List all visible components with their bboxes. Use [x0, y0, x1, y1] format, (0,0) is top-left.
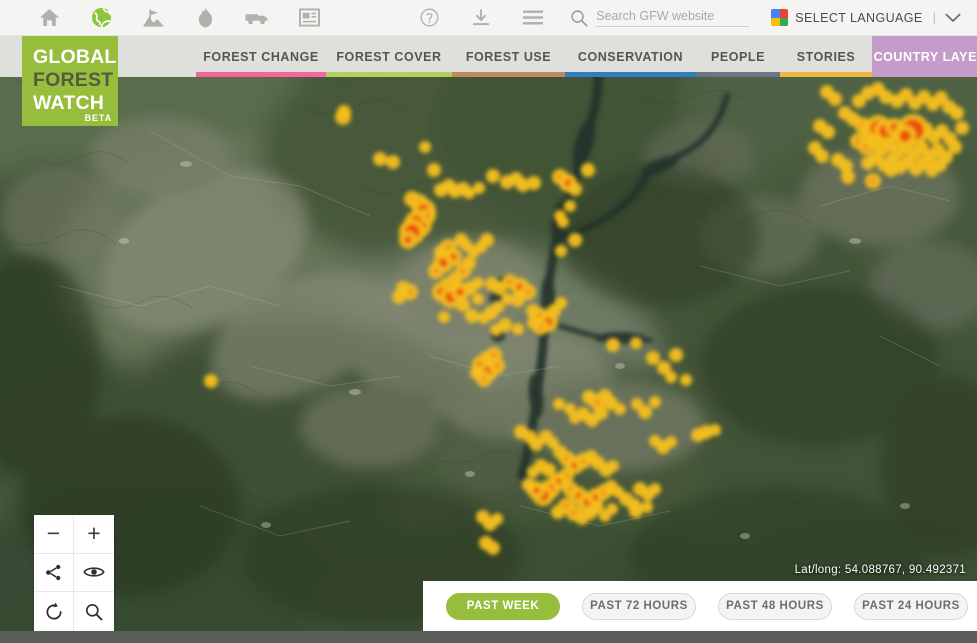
search-input[interactable]: [596, 8, 750, 27]
nav-item-people[interactable]: PEOPLE: [696, 36, 780, 77]
latlong-readout: Lat/long: 54.088767, 90.492371: [794, 564, 966, 576]
help-circle-icon-button[interactable]: [414, 5, 444, 31]
minus-icon: −: [46, 520, 61, 547]
search-location-button[interactable]: [74, 592, 114, 631]
nav-item-label: FOREST COVER: [336, 49, 442, 64]
help-circle-icon: [420, 8, 439, 27]
news-icon: [298, 8, 320, 27]
nav-item-label: STORIES: [796, 49, 856, 64]
home-icon-button[interactable]: [34, 5, 64, 31]
nav-item-label: CONSERVATION: [577, 49, 684, 64]
news-icon-button[interactable]: [294, 5, 324, 31]
search-icon: [571, 9, 588, 27]
nav-item-accent-bar: [696, 72, 780, 77]
globe-icon-button[interactable]: [86, 5, 116, 31]
site-logo[interactable]: GLOBAL FOREST WATCH BETA: [22, 36, 118, 126]
flag-mountain-icon: [142, 8, 164, 27]
nav-item-label: PEOPLE: [710, 49, 765, 64]
fire-timeframe-panel: PAST WEEK PAST 72 HOURS PAST 48 HOURS PA…: [423, 581, 977, 631]
top-utility-right: SELECT LANGUAGE |: [414, 5, 977, 31]
bottom-strip: [0, 631, 977, 643]
search-icon: [86, 603, 103, 621]
nav-item-forest-change[interactable]: FOREST CHANGE: [196, 36, 326, 77]
basemap-visibility-button[interactable]: [74, 554, 114, 593]
zoom-out-button[interactable]: −: [34, 515, 74, 554]
flag-mountain-icon-button[interactable]: [138, 5, 168, 31]
google-translate-icon: [771, 9, 789, 26]
map-viewport[interactable]: Active Fires Lat/long: 54.088767, 90.492…: [0, 36, 977, 631]
nav-item-accent-bar: [196, 72, 326, 77]
share-icon: [46, 564, 61, 581]
timeframe-option-past-24-hours[interactable]: PAST 24 HOURS: [854, 592, 968, 620]
language-divider: |: [932, 10, 936, 25]
download-icon-button[interactable]: [466, 5, 496, 31]
nav-item-label: FOREST USE: [465, 49, 552, 64]
share-button[interactable]: [34, 553, 74, 593]
menu-icon: [523, 10, 544, 25]
chevron-down-icon[interactable]: [945, 13, 961, 23]
gfw-map-app: Active Fires Lat/long: 54.088767, 90.492…: [0, 0, 977, 643]
refresh-icon: [45, 602, 62, 620]
satellite-basemap: [0, 36, 977, 631]
timeframe-option-past-week[interactable]: PAST WEEK: [446, 592, 560, 620]
nav-item-label: COUNTRY LAYERS: [873, 49, 977, 64]
nav-item-forest-cover[interactable]: FOREST COVER: [326, 36, 452, 77]
nav-item-accent-bar: [780, 72, 872, 77]
menu-icon-button[interactable]: [518, 5, 548, 31]
site-search[interactable]: [570, 8, 750, 27]
fire-icon: [198, 7, 212, 28]
language-selector-label: SELECT LANGUAGE: [795, 10, 923, 25]
nav-item-stories[interactable]: STORIES: [780, 36, 872, 77]
zoom-in-button[interactable]: +: [74, 515, 114, 554]
beta-badge: BETA: [84, 113, 112, 123]
truck-icon-button[interactable]: [242, 5, 272, 31]
nav-item-forest-use[interactable]: FOREST USE: [452, 36, 565, 77]
plus-icon: +: [87, 520, 101, 547]
top-utility-icons: [0, 5, 324, 31]
nav-item-conservation[interactable]: CONSERVATION: [565, 36, 696, 77]
nav-item-label: FOREST CHANGE: [203, 49, 319, 64]
map-controls[interactable]: − +: [34, 515, 114, 631]
nav-item-accent-bar: [326, 72, 452, 77]
top-utility-bar: SELECT LANGUAGE |: [0, 0, 977, 36]
fire-icon-button[interactable]: [190, 5, 220, 31]
language-selector[interactable]: SELECT LANGUAGE |: [771, 9, 967, 26]
logo-line-watch: WATCH: [33, 92, 105, 114]
globe-icon: [91, 7, 111, 28]
nav-item-accent-bar: [452, 72, 565, 77]
nav-item-list: FOREST CHANGE FOREST COVER FOREST USE CONSE…: [196, 36, 977, 77]
eye-icon: [83, 567, 105, 578]
download-icon: [473, 9, 490, 26]
logo-line-forest: FOREST: [33, 69, 114, 91]
primary-nav: FOREST CHANGE FOREST COVER FOREST USE CONSE…: [0, 36, 977, 77]
truck-icon: [245, 14, 268, 25]
nav-item-country-layers[interactable]: COUNTRY LAYERS: [872, 36, 977, 77]
nav-item-accent-bar: [565, 72, 696, 77]
timeframe-option-past-72-hours[interactable]: PAST 72 HOURS: [582, 592, 696, 620]
home-icon: [39, 8, 59, 27]
timeframe-option-past-48-hours[interactable]: PAST 48 HOURS: [718, 592, 832, 620]
logo-line-global: GLOBAL: [33, 46, 117, 68]
reset-view-button[interactable]: [34, 592, 74, 631]
